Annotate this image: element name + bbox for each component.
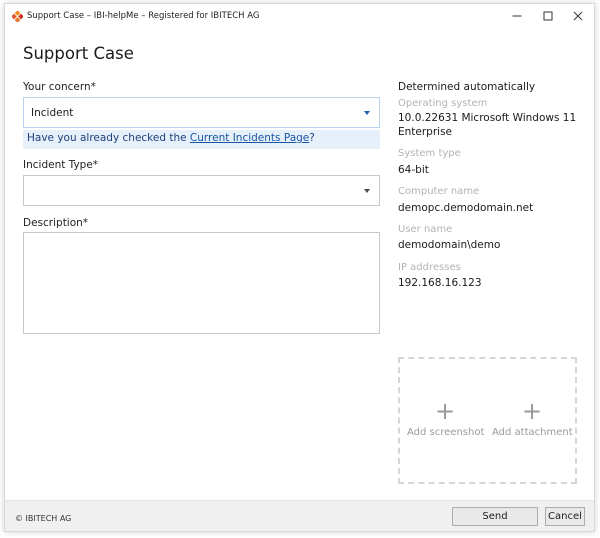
user-name-value: demodomain\demo [398,239,501,251]
os-value-line2: Enterprise [398,126,453,138]
chevron-down-icon [364,189,370,193]
hint-text: Have you already checked the [27,132,190,144]
concern-select[interactable]: Incident [23,97,380,128]
maximize-icon [543,11,553,21]
copyright-text: © IBITECH AG [15,514,72,523]
os-label: Operating system [398,98,488,109]
window-title: Support Case – IBI-helpMe – Registered f… [27,11,260,21]
incident-type-label: Incident Type* [23,159,99,171]
add-screenshot-button[interactable]: + Add screenshot [407,397,485,438]
os-value-line1: 10.0.22631 Microsoft Windows 11 [398,112,577,124]
system-type-value: 64-bit [398,164,429,176]
hint-suffix: ? [309,132,315,144]
concern-select-value: Incident [31,107,74,119]
minimize-icon [512,15,522,17]
plus-icon: + [434,397,456,425]
maximize-button[interactable] [532,4,564,28]
close-icon [573,11,583,21]
ip-addresses-label: IP addresses [398,262,461,273]
cancel-button[interactable]: Cancel [545,507,585,526]
incidents-hint: Have you already checked the Current Inc… [23,130,380,149]
add-attachment-button[interactable]: + Add attachment [492,397,573,438]
plus-icon: + [521,397,543,425]
description-label: Description* [23,217,89,229]
add-screenshot-label: Add screenshot [407,427,485,438]
chevron-down-icon [364,111,370,115]
computer-name-label: Computer name [398,186,480,197]
add-attachment-label: Add attachment [492,427,573,438]
attachment-dropzone[interactable]: + Add screenshot + Add attachment [398,357,577,484]
concern-label: Your concern* [23,81,96,93]
computer-name-value: demopc.demodomain.net [398,202,534,214]
page-title: Support Case [23,44,134,63]
ip-addresses-value: 192.168.16.123 [398,277,482,289]
title-bar[interactable]: Support Case – IBI-helpMe – Registered f… [5,4,594,30]
send-button[interactable]: Send [452,507,538,526]
user-name-label: User name [398,224,453,235]
incident-type-select[interactable] [23,175,380,206]
system-type-label: System type [398,148,461,159]
current-incidents-link[interactable]: Current Incidents Page [190,132,309,144]
system-info-heading: Determined automatically [398,81,536,93]
ibi-helpme-logo-icon [12,11,23,22]
footer-bar: © IBITECH AG Send Cancel [5,500,594,531]
minimize-button[interactable] [501,4,533,28]
description-textarea[interactable] [23,232,380,334]
close-button[interactable] [562,4,594,28]
support-case-window: Support Case – IBI-helpMe – Registered f… [4,3,595,532]
